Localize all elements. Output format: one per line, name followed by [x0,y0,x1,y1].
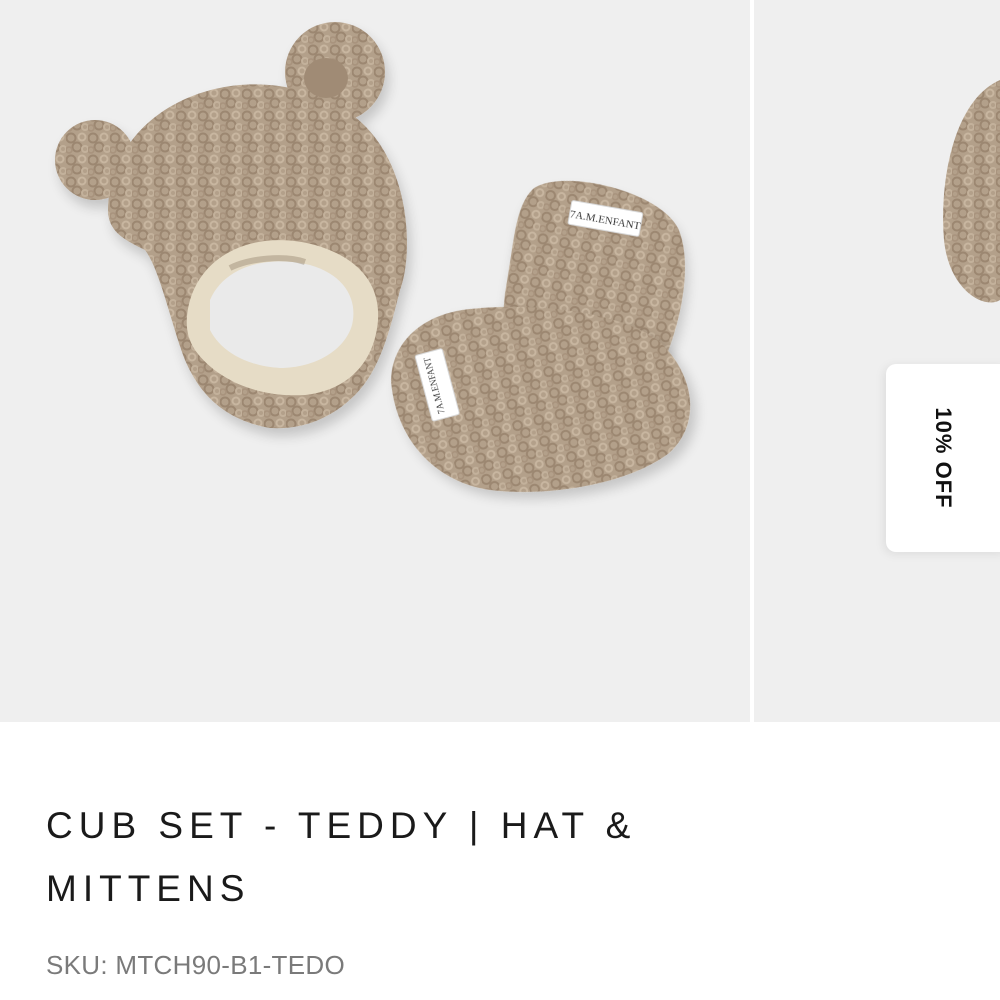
gallery-slide-next[interactable] [754,0,1000,722]
product-page: 7A.M.ENFANT 7A.M.ENFANT 10% OFF CUB SET … [0,0,1000,1000]
sku-label: SKU: [46,950,108,980]
teddy-hat-and-mittens-image: 7A.M.ENFANT 7A.M.ENFANT [55,22,691,492]
gallery-slide-main[interactable]: 7A.M.ENFANT 7A.M.ENFANT [0,0,750,722]
teddy-hat-partial-image [943,80,1000,303]
product-title: CUB SET - TEDDY | HAT & MITTENS [46,805,637,909]
discount-label: 10% OFF [931,407,956,509]
discount-badge-tab[interactable]: 10% OFF [886,364,1000,552]
product-image-gallery[interactable]: 7A.M.ENFANT 7A.M.ENFANT 10% OFF [0,0,1000,722]
sku-value: MTCH90-B1-TEDO [115,950,345,980]
product-sku: SKU: MTCH90-B1-TEDO [46,950,345,981]
